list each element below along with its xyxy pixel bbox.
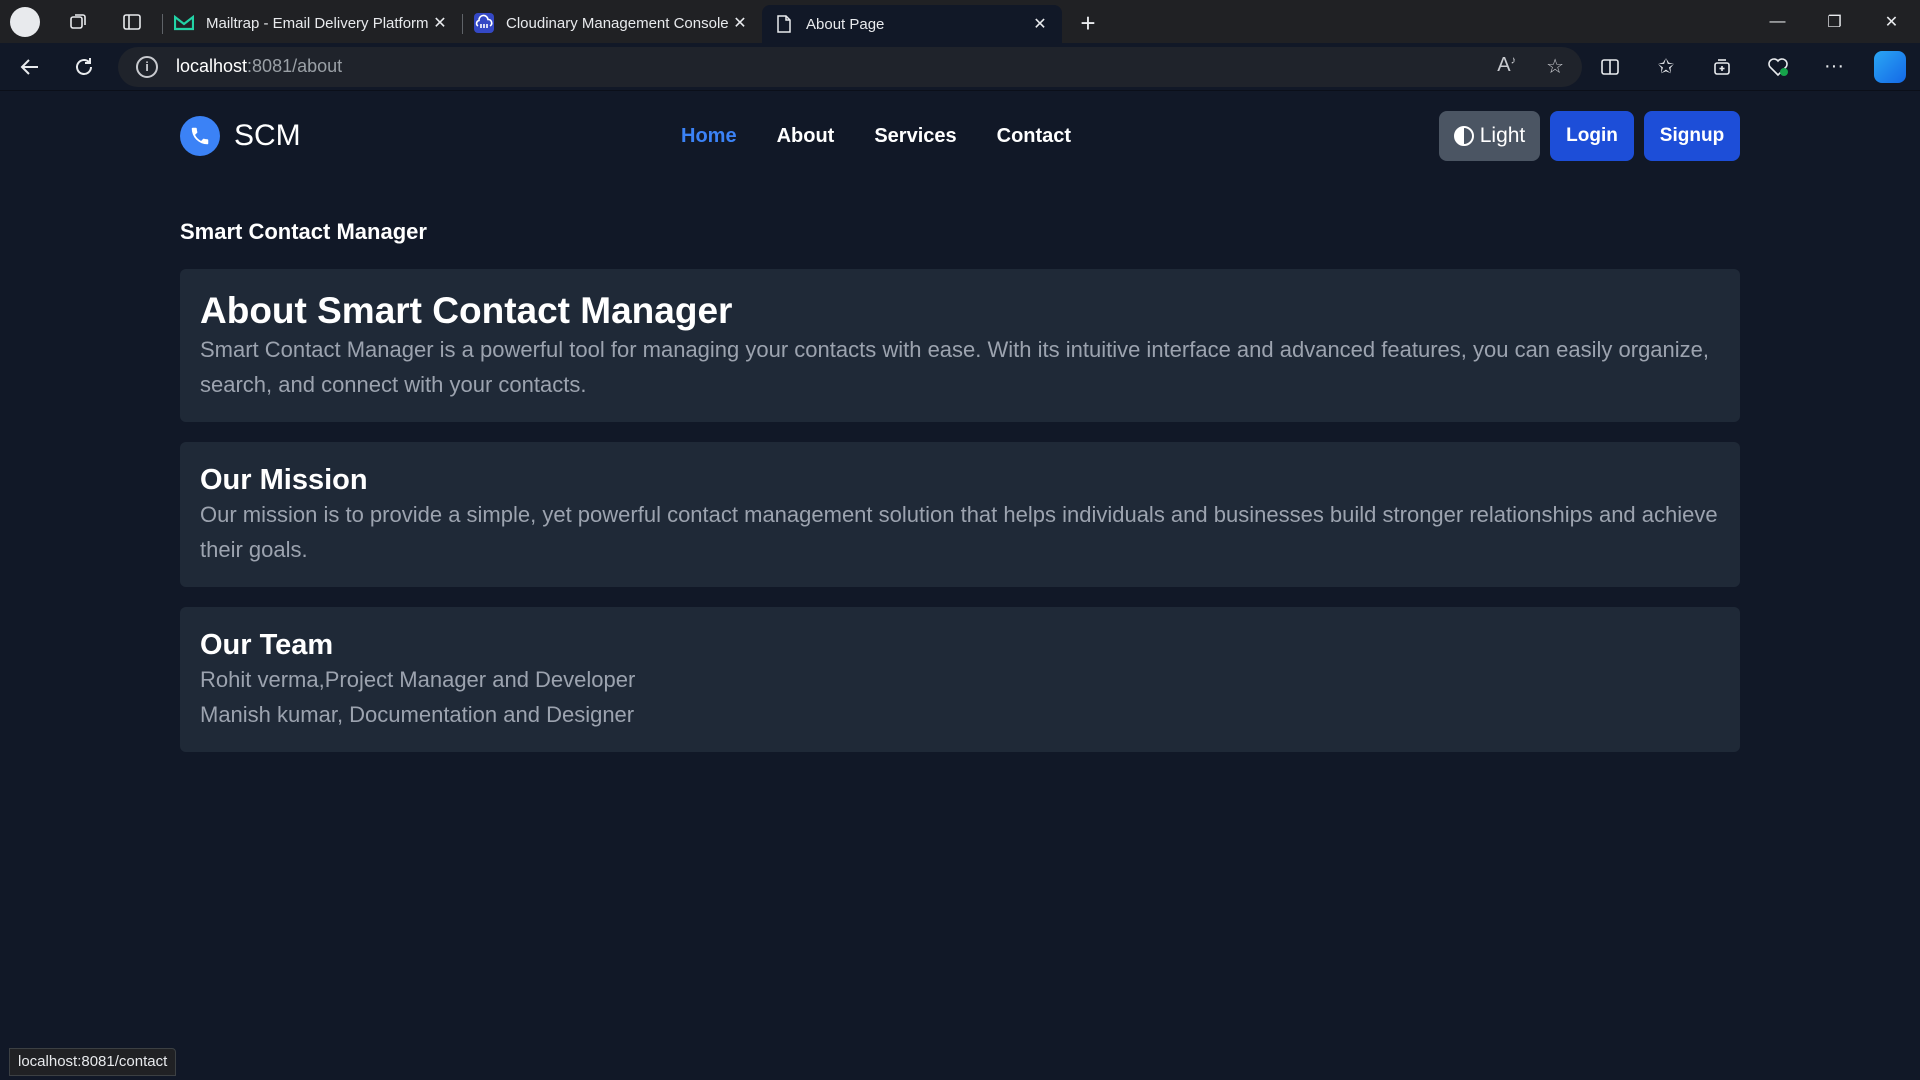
brand[interactable]: SCM xyxy=(180,116,301,156)
page-icon xyxy=(774,14,794,34)
team-card: Our Team Rohit verma,Project Manager and… xyxy=(180,607,1740,753)
brand-name: SCM xyxy=(234,119,301,152)
back-icon[interactable] xyxy=(10,47,50,87)
nav-about[interactable]: About xyxy=(777,125,835,148)
copilot-icon[interactable] xyxy=(1874,50,1906,83)
more-options-icon[interactable]: ··· xyxy=(1818,51,1850,83)
team-member: Rohit verma,Project Manager and Develope… xyxy=(200,667,636,693)
favorite-star-icon[interactable]: ☆ xyxy=(1546,54,1564,79)
collections-icon[interactable] xyxy=(1706,51,1738,83)
login-button[interactable]: Login xyxy=(1550,111,1634,161)
split-screen-icon[interactable] xyxy=(1594,51,1626,83)
close-tab-icon[interactable]: ✕ xyxy=(430,13,450,33)
profile-avatar-icon[interactable] xyxy=(10,6,40,37)
reload-icon[interactable] xyxy=(64,47,104,87)
signup-button[interactable]: Signup xyxy=(1644,111,1740,161)
browser-essentials-icon[interactable] xyxy=(1762,51,1794,83)
main-menu: Home About Services Contact xyxy=(681,125,1071,148)
browser-tab-bar: Mailtrap - Email Delivery Platform ✕ Clo… xyxy=(0,0,1920,43)
read-aloud-icon[interactable]: A♪ xyxy=(1497,54,1516,79)
page-title: Smart Contact Manager xyxy=(180,219,427,244)
nav-home[interactable]: Home xyxy=(681,125,737,148)
tab-mailtrap[interactable]: Mailtrap - Email Delivery Platform ✕ xyxy=(162,5,462,41)
mailtrap-icon xyxy=(174,13,194,33)
mission-body: Our mission is to provide a simple, yet … xyxy=(200,502,1718,563)
cloudinary-icon xyxy=(474,13,494,33)
close-window-icon[interactable]: ✕ xyxy=(1863,0,1920,43)
theme-toggle-label: Light xyxy=(1479,124,1526,147)
mission-card: Our Mission Our mission is to provide a … xyxy=(180,441,1740,588)
tab-title: Cloudinary Management Console xyxy=(506,14,729,32)
minimize-icon[interactable]: — xyxy=(1749,0,1806,43)
url-host: localhost xyxy=(176,56,248,76)
contrast-icon xyxy=(1453,126,1474,146)
tab-title: About Page xyxy=(806,15,885,33)
new-tab-icon[interactable]: + xyxy=(1070,5,1106,41)
status-bar-url: localhost:8081/contact xyxy=(9,1048,177,1076)
window-controls: — ❐ ✕ xyxy=(1749,0,1920,43)
tab-actions-icon[interactable] xyxy=(116,6,148,38)
tab-about-page[interactable]: About Page ✕ xyxy=(762,5,1062,43)
about-title: About Smart Contact Manager xyxy=(200,290,733,331)
url-field[interactable]: i localhost:8081/about A♪ ☆ xyxy=(118,46,1582,87)
site-info-icon[interactable]: i xyxy=(136,55,158,78)
mission-title: Our Mission xyxy=(200,463,368,496)
about-body: Smart Contact Manager is a powerful tool… xyxy=(200,336,1710,397)
workspaces-icon[interactable] xyxy=(62,6,94,38)
about-card: About Smart Contact Manager Smart Contac… xyxy=(180,269,1740,422)
close-tab-icon[interactable]: ✕ xyxy=(730,13,750,33)
tab-title: Mailtrap - Email Delivery Platform xyxy=(206,14,429,32)
site-navbar: SCM Home About Services Contact Light Lo… xyxy=(5,91,1915,181)
close-tab-icon[interactable]: ✕ xyxy=(1030,14,1050,34)
phone-icon xyxy=(180,116,220,156)
main-content: Smart Contact Manager About Smart Contac… xyxy=(5,219,1915,753)
nav-services[interactable]: Services xyxy=(874,125,956,148)
browser-address-bar: i localhost:8081/about A♪ ☆ ✩ ··· xyxy=(0,43,1920,91)
team-title: Our Team xyxy=(200,629,334,662)
restore-icon[interactable]: ❐ xyxy=(1806,0,1863,43)
theme-toggle-button[interactable]: Light xyxy=(1439,111,1540,161)
page-viewport: SCM Home About Services Contact Light Lo… xyxy=(5,91,1915,1076)
nav-contact[interactable]: Contact xyxy=(997,125,1071,148)
favorites-icon[interactable]: ✩ xyxy=(1650,51,1682,83)
url-path: :8081/about xyxy=(247,56,343,76)
team-member: Manish kumar, Documentation and Designer xyxy=(200,702,635,728)
tab-cloudinary[interactable]: Cloudinary Management Console ✕ xyxy=(462,5,762,41)
